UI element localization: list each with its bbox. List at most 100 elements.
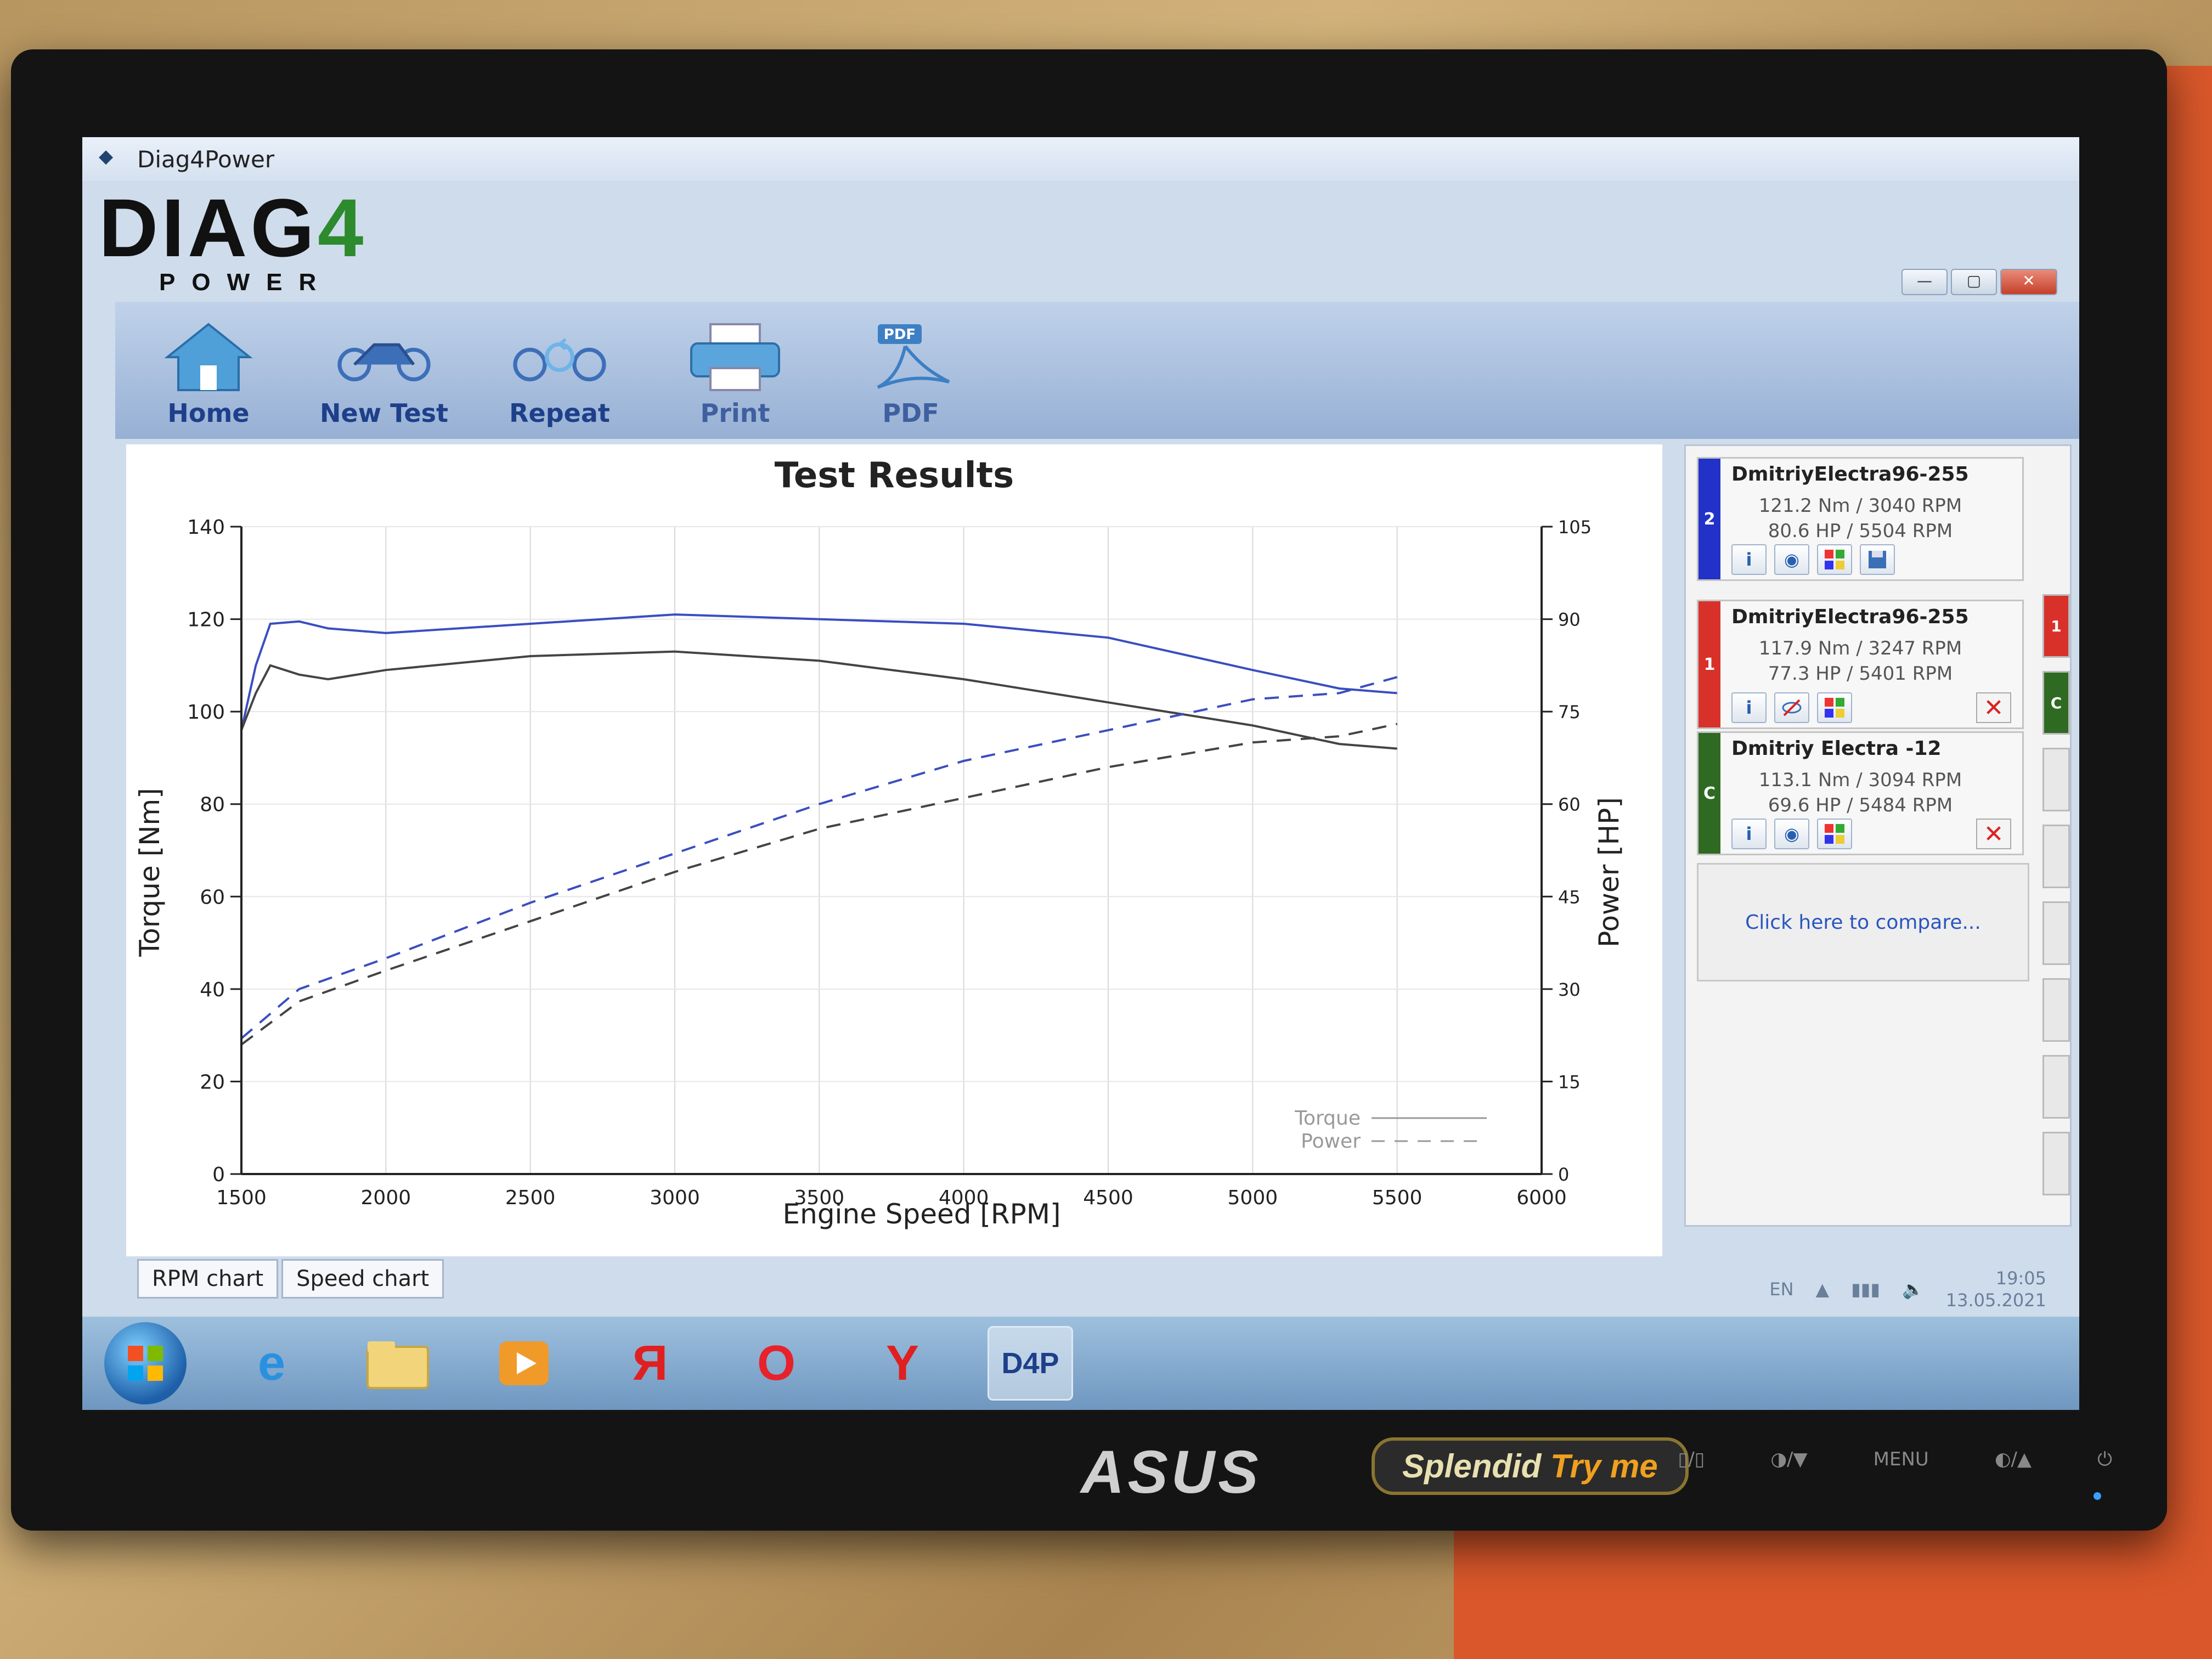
power-led: [2094, 1492, 2101, 1500]
run-card-1[interactable]: 1 DmitriyElectra96-255 117.9 Nm / 3247 R…: [1697, 600, 2024, 729]
rpm-chart[interactable]: 1500 2000 2500 3000 3500 4000 4500 5000 5500 6000…: [126, 444, 1662, 1256]
save-icon[interactable]: [1860, 544, 1895, 575]
hide-eye-icon[interactable]: [1774, 692, 1809, 723]
y2-tick-label: 90: [1558, 610, 1581, 630]
run-name: DmitriyElectra96-255: [1731, 463, 1969, 486]
diag4power-taskbar-icon[interactable]: D4P: [988, 1326, 1073, 1401]
pdf-button[interactable]: PDF PDF: [839, 321, 982, 439]
slot-c[interactable]: C: [2042, 671, 2070, 735]
repeat-button[interactable]: Repeat: [488, 321, 631, 439]
repeat-icon: [510, 321, 609, 393]
run-max-torque: 121.2 Nm / 3040 RPM: [1758, 495, 1962, 517]
chart-tabs: RPM chart Speed chart: [137, 1259, 444, 1299]
new-test-button[interactable]: New Test: [313, 321, 455, 439]
run-actions: i ◉: [1731, 544, 1895, 575]
empty-slot[interactable]: [2042, 825, 2070, 888]
repeat-label: Repeat: [509, 398, 610, 428]
minimize-button[interactable]: —: [1901, 269, 1948, 295]
empty-slot[interactable]: [2042, 1055, 2070, 1119]
info-button[interactable]: i: [1731, 692, 1767, 723]
yandex-icon[interactable]: Я: [609, 1328, 691, 1399]
monitor-button-up[interactable]: ◐/▲: [1995, 1448, 2032, 1470]
run-max-power: 80.6 HP / 5504 RPM: [1768, 520, 1953, 542]
monitor-chin: ASUS Splendid Try me ▯/▯ ◑/▼ MENU ◐/▲ ⏻: [11, 1415, 2167, 1531]
home-icon: [159, 321, 258, 393]
opera-icon[interactable]: O: [735, 1328, 817, 1399]
run-actions: i ◉: [1731, 819, 1852, 849]
color-palette-icon[interactable]: [1817, 692, 1852, 723]
y-axis-label: Torque [Nm]: [134, 788, 166, 957]
clock-time: 19:05: [1995, 1268, 2046, 1289]
volume-muted-icon[interactable]: 🔈: [1902, 1279, 1924, 1300]
slot-1[interactable]: 1: [2042, 594, 2070, 658]
y-tick-label: 60: [200, 886, 225, 909]
run-max-torque: 117.9 Nm / 3247 RPM: [1758, 637, 1962, 659]
info-button[interactable]: i: [1731, 544, 1767, 575]
printer-icon: [686, 321, 785, 393]
run-card-2[interactable]: 2 DmitriyElectra96-255 121.2 Nm / 3040 R…: [1697, 457, 2024, 581]
file-explorer-icon[interactable]: [357, 1328, 439, 1399]
x-tick-label: 2000: [361, 1187, 411, 1209]
compare-button[interactable]: Click here to compare...: [1697, 863, 2029, 981]
legend-power-label: Power: [1301, 1130, 1361, 1153]
y-tick-label: 0: [212, 1164, 225, 1186]
y-tick-label: 140: [187, 516, 225, 539]
app-icon: ◆: [99, 145, 114, 167]
close-button[interactable]: ✕: [2000, 269, 2057, 295]
home-button[interactable]: Home: [137, 321, 280, 439]
info-button[interactable]: i: [1731, 819, 1767, 849]
media-player-icon[interactable]: [483, 1328, 565, 1399]
run-slots: 1 C: [2042, 594, 2070, 1209]
x-tick-label: 5500: [1372, 1187, 1423, 1209]
x-tick-label: 1500: [216, 1187, 267, 1209]
power-icon[interactable]: ⏻: [2097, 1448, 2112, 1470]
language-indicator[interactable]: EN: [1769, 1279, 1793, 1300]
eye-icon[interactable]: ◉: [1774, 544, 1809, 575]
clock[interactable]: 19:05 13.05.2021: [1946, 1267, 2046, 1311]
monitor-button-splendid[interactable]: ▯/▯: [1678, 1448, 1705, 1470]
empty-slot[interactable]: [2042, 748, 2070, 811]
internet-explorer-icon[interactable]: e: [230, 1328, 313, 1399]
x-tick-label: 4500: [1083, 1187, 1133, 1209]
empty-slot[interactable]: [2042, 901, 2070, 965]
y2-tick-label: 105: [1558, 517, 1592, 538]
empty-slot[interactable]: [2042, 978, 2070, 1042]
run-name: DmitriyElectra96-255: [1731, 606, 1969, 628]
y-tick-label: 40: [200, 979, 225, 1001]
run-max-torque: 113.1 Nm / 3094 RPM: [1758, 769, 1962, 791]
color-palette-icon[interactable]: [1817, 819, 1852, 849]
delete-run-button[interactable]: ✕: [1976, 819, 2011, 849]
clock-date: 13.05.2021: [1945, 1290, 2046, 1311]
tab-rpm-chart[interactable]: RPM chart: [137, 1259, 279, 1299]
maximize-button[interactable]: ▢: [1951, 269, 1997, 295]
x-tick-label: 2500: [505, 1187, 556, 1209]
monitor-button-down[interactable]: ◑/▼: [1770, 1448, 1807, 1470]
eye-icon[interactable]: ◉: [1774, 819, 1809, 849]
chart-panel: Test Results 1500 2000 2500 3000 3500 4000 450…: [126, 444, 1662, 1256]
tray-expand-icon[interactable]: ▲: [1816, 1279, 1830, 1300]
tab-speed-chart[interactable]: Speed chart: [281, 1259, 444, 1299]
color-palette-icon[interactable]: [1817, 544, 1852, 575]
yandex-browser-icon[interactable]: Y: [861, 1328, 944, 1399]
app-screen: ◆ Diag4Power DIAG4 POWER — ▢ ✕ Home New …: [82, 137, 2079, 1410]
y2-tick-label: 30: [1558, 979, 1581, 1000]
window-titlebar: ◆ Diag4Power: [82, 137, 2079, 181]
window-controls: — ▢ ✕: [1901, 269, 2057, 295]
empty-slot[interactable]: [2042, 1132, 2070, 1195]
legend-torque-label: Torque: [1294, 1107, 1361, 1130]
delete-run-button[interactable]: ✕: [1976, 692, 2011, 723]
pdf-label: PDF: [882, 398, 939, 428]
x-tick-label: 5000: [1228, 1187, 1278, 1209]
print-button[interactable]: Print: [664, 321, 806, 439]
logo-four: 4: [318, 182, 367, 274]
run-card-c[interactable]: C Dmitriy Electra -12 113.1 Nm / 3094 RP…: [1697, 731, 2024, 855]
start-button[interactable]: [104, 1322, 187, 1404]
main-toolbar: Home New Test Repeat Print PDF PDF: [115, 302, 2079, 439]
run-color-stripe: C: [1699, 733, 1720, 854]
logo-subtitle: POWER: [159, 269, 333, 296]
chart-axes: 1500 2000 2500 3000 3500 4000 4500 5000 5500 6000…: [187, 516, 1592, 1209]
monitor-button-menu[interactable]: MENU: [1874, 1448, 1929, 1470]
brand-logo: DIAG4 POWER: [99, 187, 483, 296]
y2-tick-label: 75: [1558, 702, 1581, 723]
network-icon[interactable]: ▮▮▮: [1851, 1279, 1880, 1300]
